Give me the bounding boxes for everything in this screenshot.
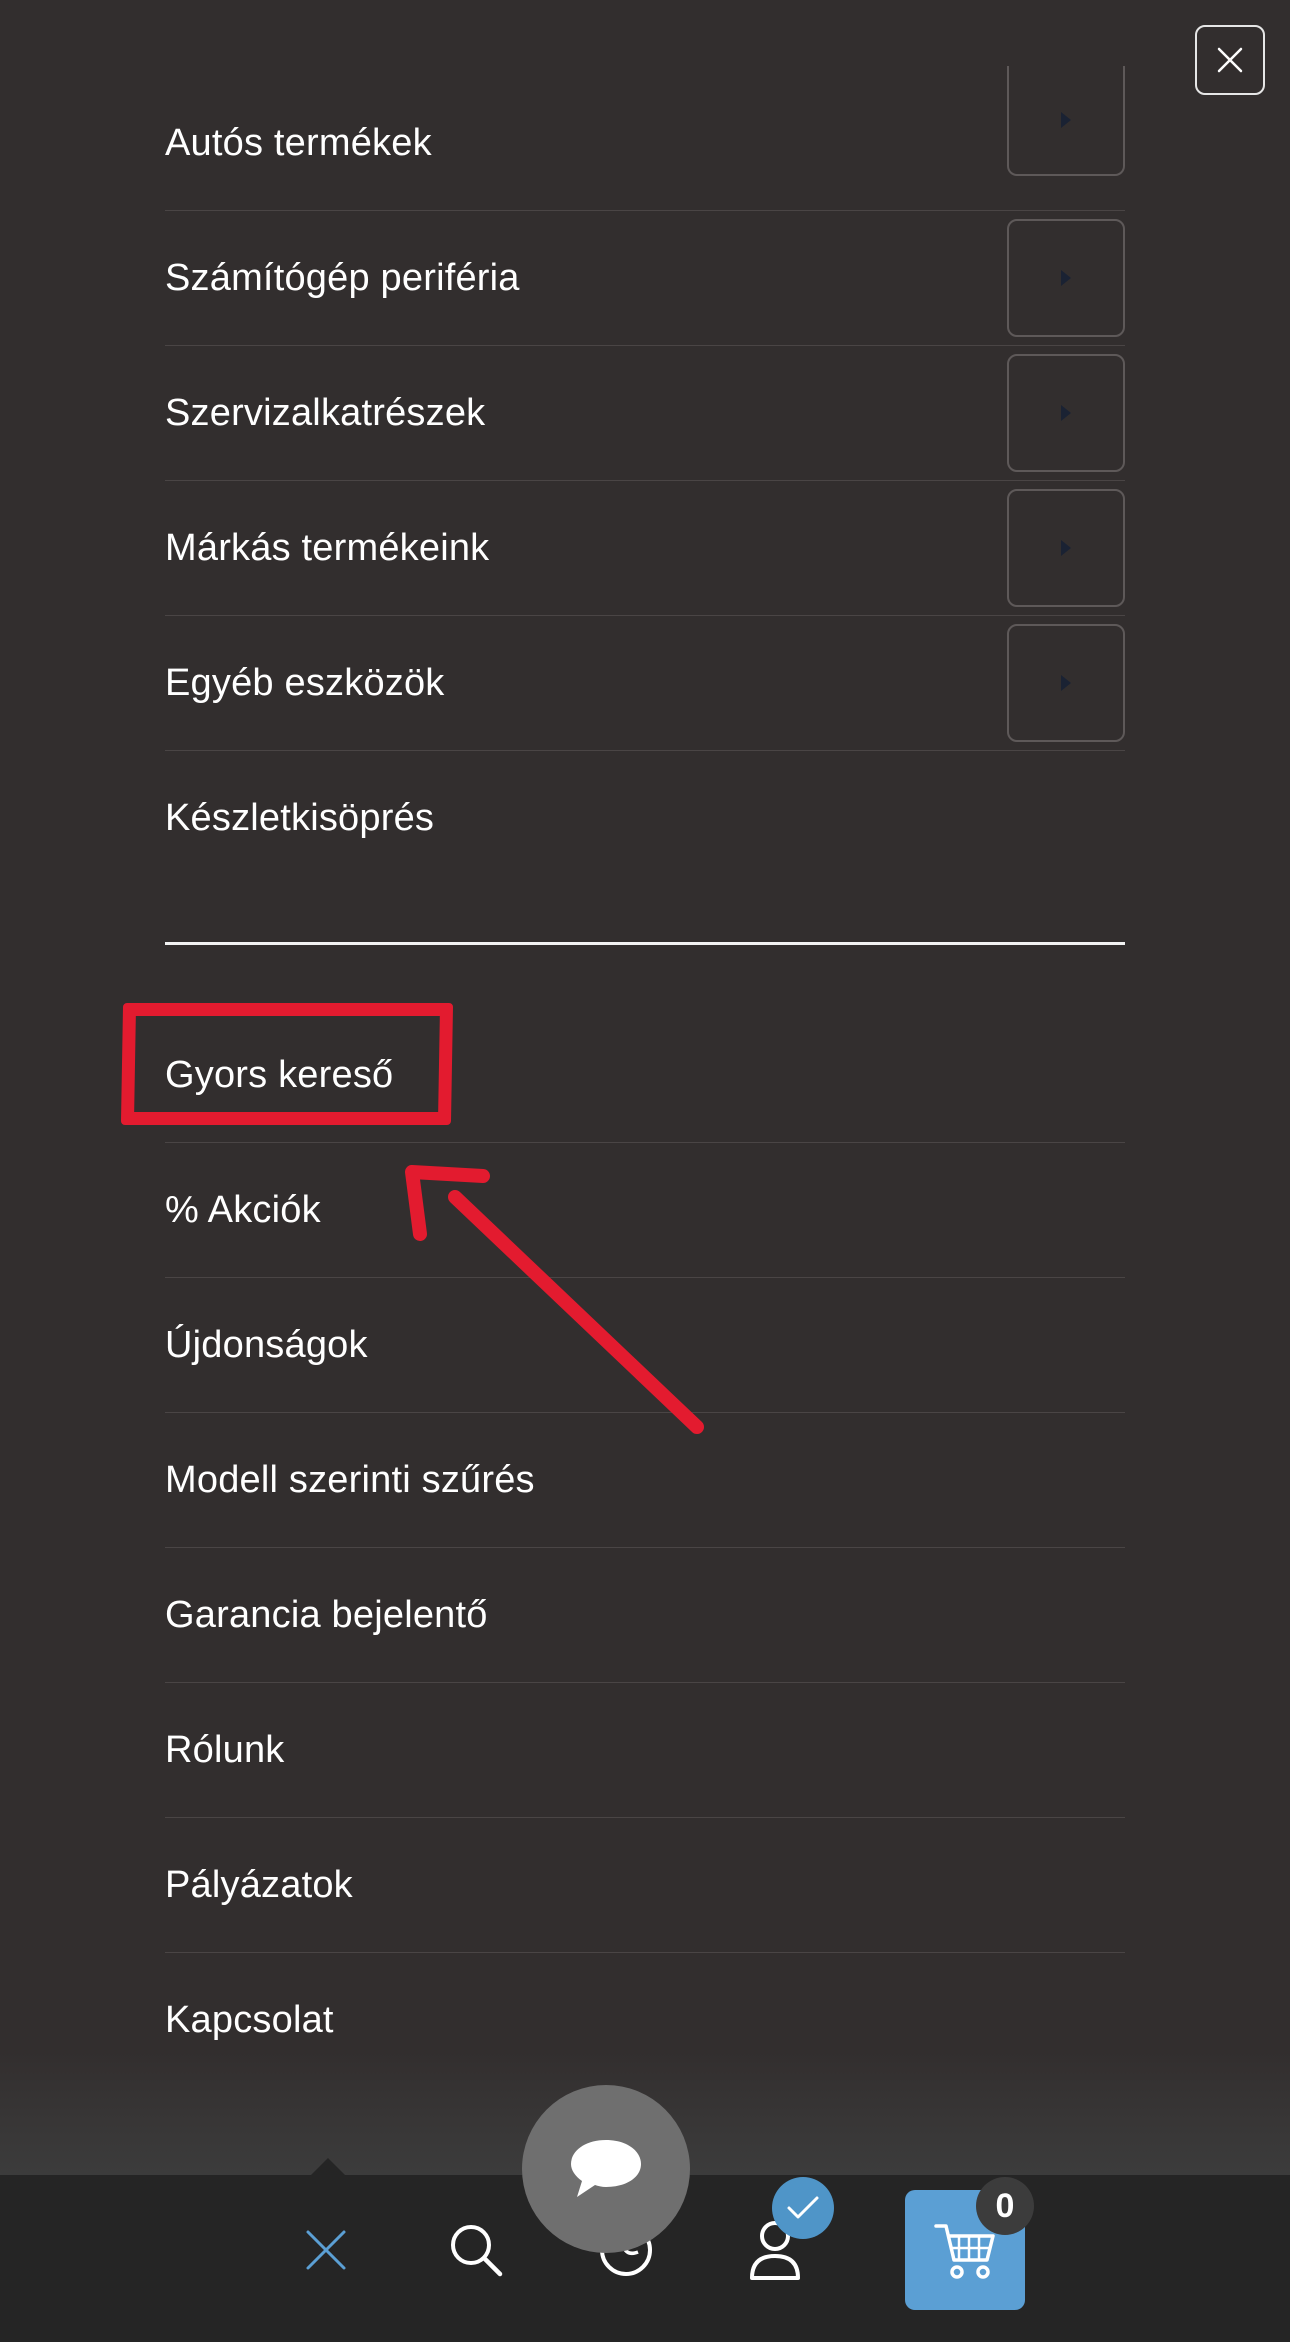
search-icon: [451, 2225, 503, 2277]
close-icon: [306, 2230, 346, 2270]
search-nav-button[interactable]: [444, 2218, 508, 2282]
check-badge: [772, 2177, 834, 2239]
bar-pointer: [310, 2158, 346, 2176]
check-icon: [787, 2196, 819, 2219]
chat-button[interactable]: [522, 2085, 690, 2253]
annotation-arrow: [405, 1165, 704, 1434]
close-nav-button[interactable]: [296, 2220, 356, 2280]
chat-icon: [571, 2140, 641, 2197]
cart-count-badge: 0: [976, 2177, 1034, 2235]
